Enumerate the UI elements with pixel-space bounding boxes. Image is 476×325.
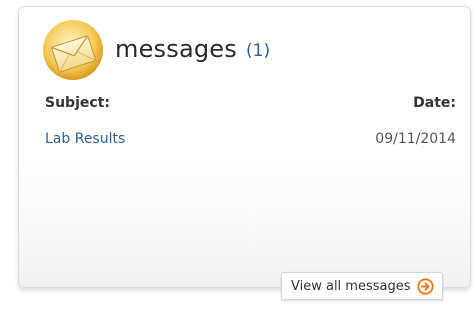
envelope-icon [43, 20, 103, 80]
messages-widget: messages (1) Subject: Date: Lab Results … [18, 6, 471, 300]
message-date: 09/11/2014 [375, 131, 456, 147]
view-all-messages-button[interactable]: View all messages [281, 272, 443, 300]
subject-column-header: Subject: [45, 95, 110, 111]
arrow-right-circle-icon [416, 277, 434, 295]
date-column-header: Date: [413, 95, 456, 111]
view-all-label: View all messages [291, 278, 411, 294]
widget-title: messages [115, 35, 237, 63]
message-subject-link[interactable]: Lab Results [45, 131, 125, 147]
message-count-badge: (1) [246, 41, 271, 61]
